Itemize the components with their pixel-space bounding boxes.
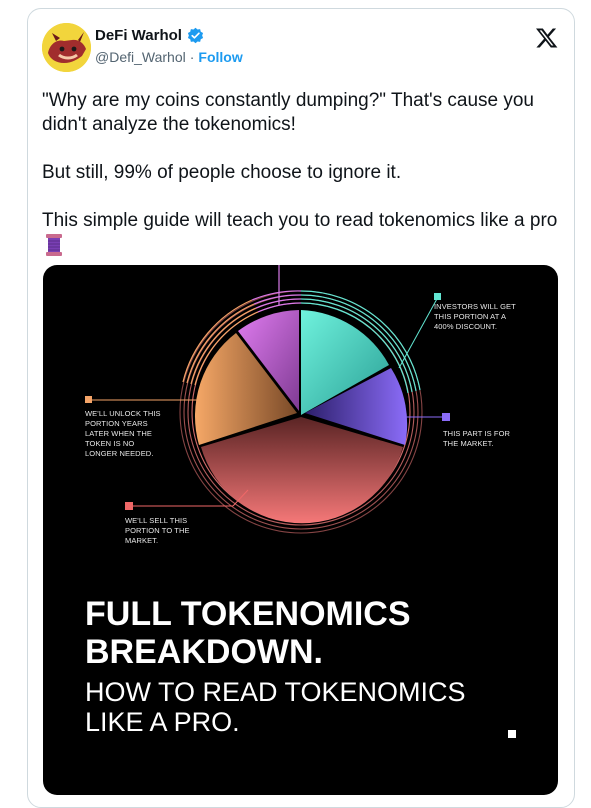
annotation-investors: INVESTORS WILL GET THIS PORTION AT A 400… [434, 302, 516, 331]
tweet-card: DeFi Warhol @Defi_Warhol · Follow "Why a… [27, 8, 575, 808]
spool-of-thread-emoji-icon [46, 234, 62, 256]
separator-dot: · [189, 49, 195, 65]
corner-square-decoration [508, 730, 516, 738]
graphic-subtitle: HOW TO READ TOKENOMICS LIKE A PRO. [85, 677, 466, 737]
avatar-cow-image [42, 23, 91, 72]
annotation-sell: WE'LL SELL THIS PORTION TO THE MARKET. [125, 516, 190, 545]
tweet-paragraph-3: This simple guide will teach you to read… [42, 209, 562, 259]
tweet-media-image[interactable]: INVESTORS WILL GET THIS PORTION AT A 400… [43, 265, 558, 795]
follow-button[interactable]: Follow [198, 49, 242, 65]
annotation-market: THIS PART IS FOR THE MARKET. [443, 429, 511, 448]
tweet-paragraph-3-text: This simple guide will teach you to read… [42, 210, 558, 231]
author-name[interactable]: DeFi Warhol [95, 27, 182, 44]
annotation-unlock: WE'LL UNLOCK THIS PORTION YEARS LATER WH… [85, 409, 161, 458]
verified-badge-icon [187, 27, 204, 44]
x-logo-icon[interactable] [535, 26, 559, 50]
avatar[interactable] [42, 23, 91, 72]
tweet-text: "Why are my coins constantly dumping?" T… [42, 89, 562, 259]
tweet-paragraph-1: "Why are my coins constantly dumping?" T… [42, 90, 534, 135]
tweet-paragraph-2: But still, 99% of people choose to ignor… [42, 162, 402, 183]
pie-slices [194, 310, 408, 524]
graphic-title: FULL TOKENOMICS BREAKDOWN. [85, 595, 411, 671]
author-handle[interactable]: @Defi_Warhol [95, 49, 186, 65]
